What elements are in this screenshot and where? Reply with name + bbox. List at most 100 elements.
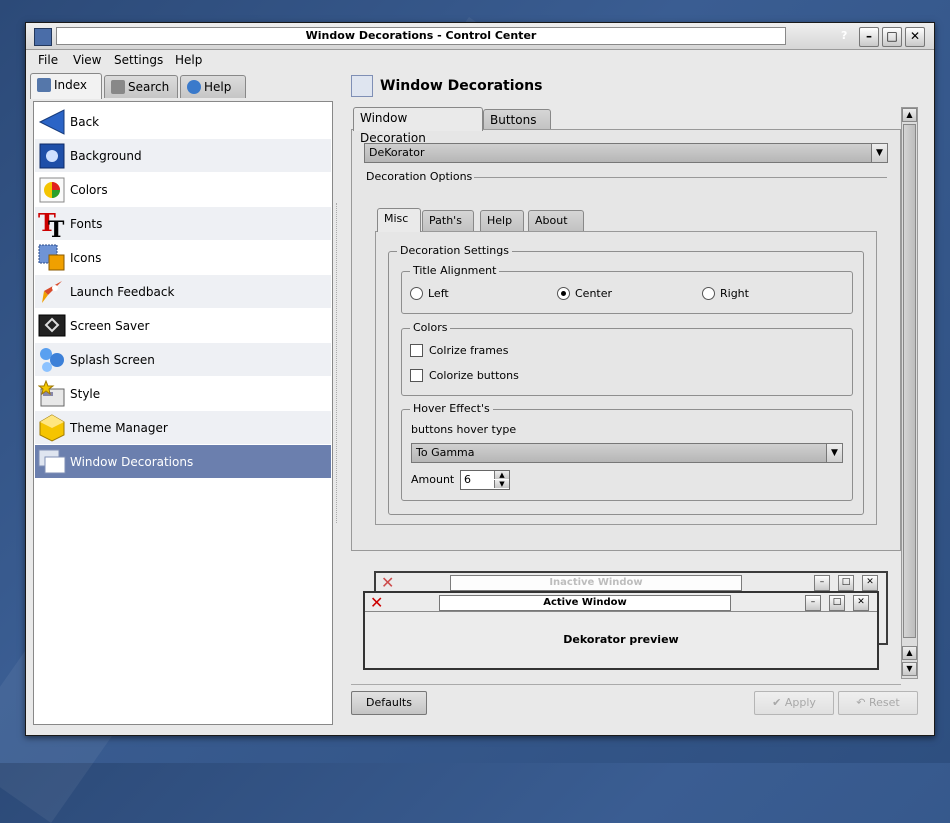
chevron-down-icon: ▼	[826, 444, 842, 462]
decoration-select[interactable]: DeKorator ▼	[364, 143, 888, 163]
hover-type-select[interactable]: To Gamma ▼	[411, 443, 843, 463]
menu-bar: File View Settings Help	[26, 51, 934, 71]
sidebar-item-background[interactable]: Background	[35, 139, 331, 172]
apply-button[interactable]: ✔ Apply	[754, 691, 834, 715]
align-center-radio[interactable]: Center	[557, 287, 612, 300]
splitter-handle[interactable]	[336, 203, 341, 523]
maximize-icon: □	[829, 595, 845, 611]
window-decorations-title-icon	[351, 75, 373, 97]
background-icon	[37, 141, 67, 171]
sidebar-item-launch-feedback[interactable]: Launch Feedback	[35, 275, 331, 308]
sidebar-item-splash-screen[interactable]: Splash Screen	[35, 343, 331, 376]
spin-down-icon[interactable]: ▼	[494, 480, 509, 488]
minimize-button[interactable]: –	[859, 27, 879, 47]
tab-about[interactable]: About	[528, 210, 584, 231]
icons-icon	[37, 243, 67, 273]
divider	[472, 177, 887, 178]
tab-inner-help[interactable]: Help	[480, 210, 524, 231]
control-center-window: Window Decorations - Control Center ? – …	[25, 22, 935, 736]
divider	[365, 611, 877, 612]
decoration-options-label: Decoration Options	[364, 170, 475, 183]
menu-file[interactable]: File	[38, 53, 58, 67]
menu-help[interactable]: Help	[175, 53, 202, 67]
sidebar-item-window-decorations[interactable]: Window Decorations	[35, 445, 331, 478]
radio-right-icon	[702, 287, 715, 300]
menu-view[interactable]: View	[73, 53, 101, 67]
close-x-icon: ✕	[381, 573, 395, 592]
menu-settings[interactable]: Settings	[114, 53, 163, 67]
tab-search[interactable]: Search	[104, 75, 178, 98]
control-center-icon	[34, 28, 52, 46]
rocket-icon	[37, 277, 67, 307]
amount-label: Amount	[411, 473, 455, 486]
tab-help[interactable]: Help	[180, 75, 246, 98]
decoration-panel: DeKorator ▼ Decoration Options Misc Path…	[351, 129, 901, 551]
svg-text:T: T	[48, 217, 65, 239]
scroll-up-icon[interactable]: ▲	[902, 646, 917, 660]
help-icon[interactable]: ?	[841, 29, 847, 42]
close-icon: ✕	[853, 595, 869, 611]
colors-group: Colors Colrize frames Colorize buttons	[401, 321, 853, 396]
radio-center-icon	[557, 287, 570, 300]
content-scrollbar[interactable]: ▲ ▲ ▼	[901, 107, 918, 679]
align-left-radio[interactable]: Left	[410, 287, 449, 300]
scroll-up-icon[interactable]: ▲	[902, 108, 917, 122]
sidebar-item-style[interactable]: Style	[35, 377, 331, 410]
sidebar-item-icons[interactable]: Icons	[35, 241, 331, 274]
hover-effects-group: Hover Effect's buttons hover type To Gam…	[401, 402, 853, 501]
sidebar-item-screen-saver[interactable]: Screen Saver	[35, 309, 331, 342]
checkbox-buttons-icon	[410, 369, 423, 382]
active-window-preview: ✕ Active Window – □ ✕ Dekorator preview	[363, 591, 879, 670]
title-bar[interactable]: Window Decorations - Control Center ? – …	[26, 23, 934, 50]
close-x-icon: ✕	[370, 593, 384, 612]
splash-icon	[37, 345, 67, 375]
module-list: Back Background Colors TT Fonts Icons La…	[33, 101, 333, 725]
decoration-settings-label: Decoration Settings	[397, 244, 512, 257]
maximize-button[interactable]: □	[882, 27, 902, 47]
search-icon	[111, 80, 125, 94]
divider	[351, 684, 901, 685]
reset-button[interactable]: ↶ Reset	[838, 691, 918, 715]
minimize-icon: –	[814, 575, 830, 591]
hover-type-label: buttons hover type	[411, 423, 517, 436]
tab-paths[interactable]: Path's	[422, 210, 474, 231]
hover-effects-label: Hover Effect's	[410, 402, 493, 415]
title-alignment-label: Title Alignment	[410, 264, 500, 277]
active-window-title: Active Window	[439, 595, 731, 611]
back-arrow-icon	[37, 107, 67, 137]
radio-left-icon	[410, 287, 423, 300]
checkmark-icon: ✔	[772, 696, 785, 709]
close-button[interactable]: ✕	[905, 27, 925, 47]
maximize-icon: □	[838, 575, 854, 591]
tab-window-decoration[interactable]: Window Decoration	[353, 107, 483, 145]
sidebar-item-colors[interactable]: Colors	[35, 173, 331, 206]
title-alignment-group: Title Alignment Left Center Right	[401, 264, 853, 314]
decoration-settings-group: Decoration Settings Title Alignment Left…	[388, 244, 864, 515]
sidebar-item-fonts[interactable]: TT Fonts	[35, 207, 331, 240]
colors-label: Colors	[410, 321, 451, 334]
style-icon	[37, 379, 67, 409]
minimize-icon: –	[805, 595, 821, 611]
scrollbar-thumb[interactable]	[903, 124, 916, 638]
screensaver-icon	[37, 311, 67, 341]
inactive-window-title: Inactive Window	[450, 575, 742, 591]
amount-spinbox[interactable]: 6 ▲ ▼	[460, 470, 510, 490]
tab-index[interactable]: Index	[30, 73, 102, 99]
undo-icon: ↶	[856, 696, 869, 709]
window-title: Window Decorations - Control Center	[56, 27, 786, 45]
sidebar-item-back[interactable]: Back	[35, 105, 331, 138]
page-title: Window Decorations	[351, 75, 542, 97]
defaults-button[interactable]: Defaults	[351, 691, 427, 715]
scroll-down-icon[interactable]: ▼	[902, 662, 917, 676]
tab-buttons[interactable]: Buttons	[483, 109, 551, 130]
tab-misc[interactable]: Misc	[377, 208, 421, 232]
colorize-buttons-checkbox[interactable]: Colorize buttons	[410, 369, 519, 382]
colorize-frames-checkbox[interactable]: Colrize frames	[410, 344, 508, 357]
sidebar-item-theme-manager[interactable]: Theme Manager	[35, 411, 331, 444]
spin-up-icon[interactable]: ▲	[494, 471, 509, 479]
align-right-radio[interactable]: Right	[702, 287, 749, 300]
window-decorations-icon	[37, 447, 67, 477]
preview-text: Dekorator preview	[563, 633, 679, 646]
chevron-down-icon: ▼	[871, 144, 887, 162]
fonts-icon: TT	[37, 209, 67, 239]
